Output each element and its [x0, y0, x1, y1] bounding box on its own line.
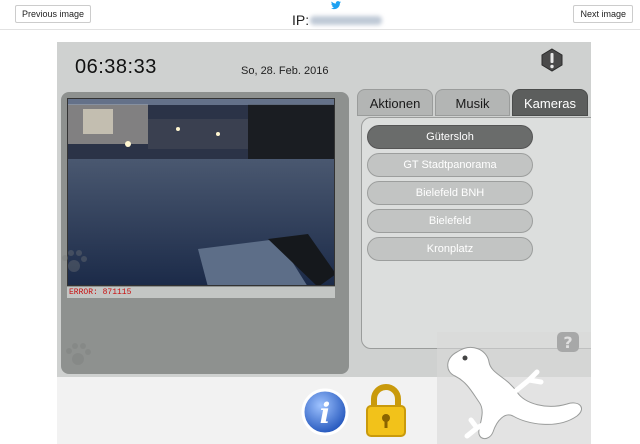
gecko-icon: [437, 332, 591, 444]
camera-view[interactable]: [67, 98, 335, 286]
camera-status: ERROR: 871115: [67, 287, 335, 298]
bird-icon: [331, 1, 341, 10]
paw-print-icon: [62, 250, 87, 272]
paw-print-icon: [66, 343, 91, 365]
camera-list: [361, 117, 591, 349]
ip-address-redacted: [310, 16, 382, 25]
date: So, 28. Feb. 2016: [241, 65, 329, 77]
clock: 06:38:33: [75, 56, 157, 78]
ip-label: IP:: [292, 12, 310, 28]
padlock-icon[interactable]: [363, 384, 409, 438]
camera-item-bielefeld[interactable]: Bielefeld: [367, 209, 533, 233]
camera-item-kronplatz[interactable]: Kronplatz: [367, 237, 533, 261]
camera-item-guetersloh[interactable]: Gütersloh: [367, 125, 533, 149]
tab-musik[interactable]: Musik: [435, 89, 510, 116]
tab-aktionen[interactable]: Aktionen: [357, 89, 433, 116]
svg-text:i: i: [320, 397, 331, 430]
info-icon[interactable]: i: [301, 388, 349, 436]
exclamation-icon[interactable]: [541, 48, 563, 72]
previous-image-button[interactable]: Previous image: [15, 5, 92, 23]
camera-item-gt-stadtpanorama[interactable]: GT Stadtpanorama: [367, 153, 533, 177]
camera-item-bielefeld-bnh[interactable]: Bielefeld BNH: [367, 181, 533, 205]
page-header: Previous image IP: Next image: [0, 0, 640, 30]
tab-kameras[interactable]: Kameras: [512, 89, 588, 116]
next-image-button[interactable]: Next image: [573, 5, 633, 23]
device-panel: 06:38:33 So, 28. Feb. 2016 ERROR: 871115…: [57, 42, 591, 444]
camera-image: [68, 99, 334, 285]
